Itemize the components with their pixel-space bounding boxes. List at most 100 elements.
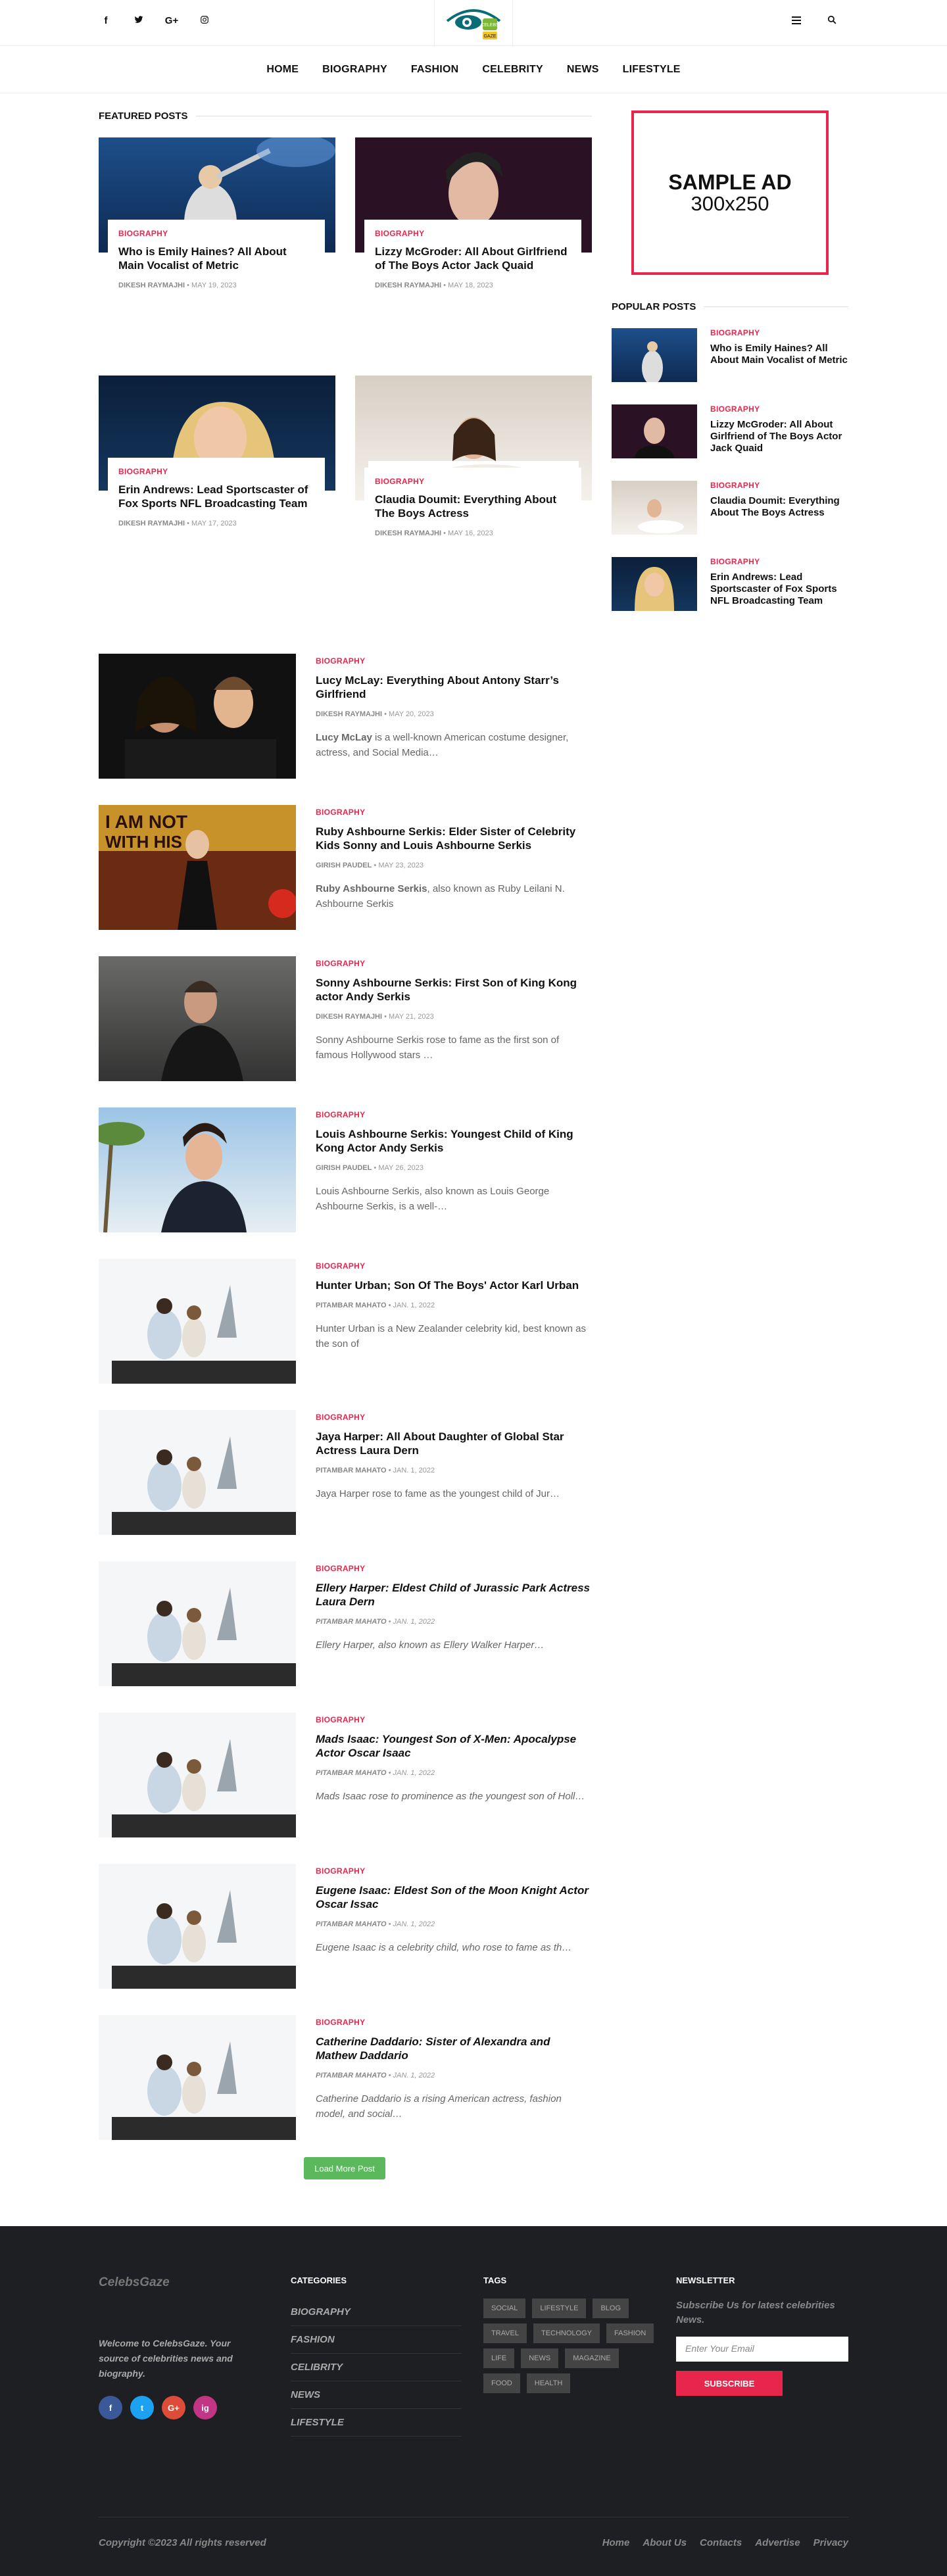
post-title[interactable]: Claudia Doumit: Everything About The Boy… (375, 493, 571, 520)
footer-link-about[interactable]: About Us (643, 2537, 687, 2548)
popular-item[interactable]: BIOGRAPHY Erin Andrews: Lead Sportscaste… (612, 557, 848, 619)
popular-title-link[interactable]: Claudia Doumit: Everything About The Boy… (710, 495, 848, 519)
google-plus-icon[interactable]: G+ (162, 2396, 185, 2419)
google-plus-icon[interactable]: G+ (164, 15, 179, 27)
popular-title-link[interactable]: Lizzy McGroder: All About Girlfriend of … (710, 419, 848, 454)
post-author[interactable]: DIKESH RAYMAJHI (118, 520, 185, 527)
popular-image[interactable] (612, 328, 697, 382)
instagram-icon[interactable]: ig (193, 2396, 217, 2419)
category-label[interactable]: BIOGRAPHY (316, 1110, 592, 1119)
list-item[interactable]: BIOGRAPHY Hunter Urban; Son Of The Boys'… (99, 1259, 592, 1410)
post-author[interactable]: PITAMBAR MAHATO (316, 1920, 387, 1928)
category-label[interactable]: BIOGRAPHY (118, 229, 314, 238)
post-title[interactable]: Louis Ashbourne Serkis: Youngest Child o… (316, 1127, 592, 1155)
footer-link-home[interactable]: Home (602, 2537, 630, 2548)
tag[interactable]: HEALTH (526, 2373, 571, 2393)
instagram-icon[interactable] (197, 15, 212, 27)
nav-celebrity[interactable]: CELEBRITY (482, 64, 543, 76)
category-label[interactable]: BIOGRAPHY (316, 2018, 592, 2027)
twitter-icon[interactable]: t (130, 2396, 154, 2419)
footer-category-link[interactable]: FASHION (291, 2326, 462, 2354)
post-author[interactable]: GIRISH PAUDEL (316, 1164, 372, 1172)
list-item[interactable]: BIOGRAPHY Ellery Harper: Eldest Child of… (99, 1561, 592, 1713)
post-image[interactable] (99, 1259, 296, 1384)
post-title[interactable]: Catherine Daddario: Sister of Alexandra … (316, 2035, 592, 2062)
category-label[interactable]: BIOGRAPHY (710, 328, 848, 337)
category-label[interactable]: BIOGRAPHY (375, 477, 571, 486)
post-title[interactable]: Erin Andrews: Lead Sportscaster of Fox S… (118, 483, 314, 510)
category-label[interactable]: BIOGRAPHY (316, 656, 592, 666)
popular-item[interactable]: BIOGRAPHY Lizzy McGroder: All About Girl… (612, 404, 848, 466)
nav-fashion[interactable]: FASHION (411, 64, 459, 76)
post-image[interactable] (99, 1561, 296, 1686)
featured-card[interactable]: BIOGRAPHY Who is Emily Haines? All About… (99, 137, 335, 343)
newsletter-email-input[interactable]: Enter Your Email (676, 2337, 848, 2362)
tag[interactable]: BLOG (593, 2298, 629, 2318)
list-item[interactable]: BIOGRAPHY Sonny Ashbourne Serkis: First … (99, 956, 592, 1107)
footer-category-link[interactable]: LIFESTYLE (291, 2409, 462, 2437)
post-title[interactable]: Who is Emily Haines? All About Main Voca… (118, 245, 314, 272)
subscribe-button[interactable]: SUBSCRIBE (676, 2371, 783, 2396)
search-icon[interactable] (827, 14, 837, 28)
footer-category-link[interactable]: NEWS (291, 2381, 462, 2409)
tag[interactable]: NEWS (521, 2348, 559, 2368)
featured-card[interactable]: BIOGRAPHY Claudia Doumit: Everything Abo… (355, 376, 592, 581)
load-more-button[interactable]: Load More Post (304, 2157, 385, 2179)
category-label[interactable]: BIOGRAPHY (316, 1866, 592, 1876)
post-author[interactable]: DIKESH RAYMAJHI (118, 281, 185, 289)
category-label[interactable]: BIOGRAPHY (375, 229, 571, 238)
category-label[interactable]: BIOGRAPHY (118, 467, 314, 476)
post-author[interactable]: PITAMBAR MAHATO (316, 1618, 387, 1626)
category-label[interactable]: BIOGRAPHY (316, 1715, 592, 1724)
footer-link-privacy[interactable]: Privacy (813, 2537, 848, 2548)
category-label[interactable]: BIOGRAPHY (710, 404, 848, 414)
list-item[interactable]: BIOGRAPHY Jaya Harper: All About Daughte… (99, 1410, 592, 1561)
nav-biography[interactable]: BIOGRAPHY (322, 64, 387, 76)
nav-lifestyle[interactable]: LIFESTYLE (623, 64, 681, 76)
category-label[interactable]: BIOGRAPHY (316, 959, 592, 968)
featured-card[interactable]: BIOGRAPHY Lizzy McGroder: All About Girl… (355, 137, 592, 343)
footer-link-advertise[interactable]: Advertise (755, 2537, 800, 2548)
post-title[interactable]: Jaya Harper: All About Daughter of Globa… (316, 1430, 592, 1457)
tag[interactable]: LIFESTYLE (532, 2298, 587, 2318)
nav-news[interactable]: NEWS (567, 64, 599, 76)
tag[interactable]: LIFE (483, 2348, 515, 2368)
category-label[interactable]: BIOGRAPHY (710, 481, 848, 490)
post-title[interactable]: Sonny Ashbourne Serkis: First Son of Kin… (316, 976, 592, 1004)
menu-icon[interactable] (792, 14, 801, 28)
post-author[interactable]: DIKESH RAYMAJHI (375, 281, 441, 289)
facebook-icon[interactable]: f (99, 2396, 122, 2419)
list-item[interactable]: BIOGRAPHY Lucy McLay: Everything About A… (99, 654, 592, 805)
popular-image[interactable] (612, 481, 697, 535)
post-author[interactable]: PITAMBAR MAHATO (316, 1301, 387, 1309)
post-image[interactable] (99, 956, 296, 1081)
popular-title-link[interactable]: Erin Andrews: Lead Sportscaster of Fox S… (710, 571, 848, 607)
footer-link-contacts[interactable]: Contacts (700, 2537, 742, 2548)
post-title[interactable]: Mads Isaac: Youngest Son of X-Men: Apoca… (316, 1732, 592, 1760)
post-image[interactable]: I AM NOT WITH HIS (99, 805, 296, 930)
footer-category-link[interactable]: CELIBRITY (291, 2354, 462, 2381)
category-label[interactable]: BIOGRAPHY (316, 808, 592, 817)
twitter-icon[interactable] (132, 15, 146, 27)
category-label[interactable]: BIOGRAPHY (316, 1261, 592, 1271)
post-title[interactable]: Lizzy McGroder: All About Girlfriend of … (375, 245, 571, 272)
tag[interactable]: FASHION (606, 2323, 654, 2343)
list-item[interactable]: BIOGRAPHY Catherine Daddario: Sister of … (99, 2015, 592, 2166)
tag[interactable]: TECHNOLOGY (533, 2323, 600, 2343)
sample-ad[interactable]: SAMPLE AD 300x250 (631, 110, 829, 275)
tag[interactable]: TRAVEL (483, 2323, 527, 2343)
post-title[interactable]: Lucy McLay: Everything About Antony Star… (316, 673, 592, 701)
list-item[interactable]: BIOGRAPHY Eugene Isaac: Eldest Son of th… (99, 1864, 592, 2015)
post-image[interactable] (99, 1713, 296, 1837)
post-title[interactable]: Ellery Harper: Eldest Child of Jurassic … (316, 1581, 592, 1609)
tag[interactable]: FOOD (483, 2373, 520, 2393)
popular-image[interactable] (612, 404, 697, 458)
category-label[interactable]: BIOGRAPHY (316, 1413, 592, 1422)
nav-home[interactable]: HOME (266, 64, 299, 76)
category-label[interactable]: BIOGRAPHY (710, 557, 848, 566)
post-image[interactable] (99, 654, 296, 779)
popular-item[interactable]: BIOGRAPHY Claudia Doumit: Everything Abo… (612, 481, 848, 543)
post-title[interactable]: Ruby Ashbourne Serkis: Elder Sister of C… (316, 825, 592, 852)
popular-image[interactable] (612, 557, 697, 611)
post-author[interactable]: DIKESH RAYMAJHI (375, 529, 441, 537)
